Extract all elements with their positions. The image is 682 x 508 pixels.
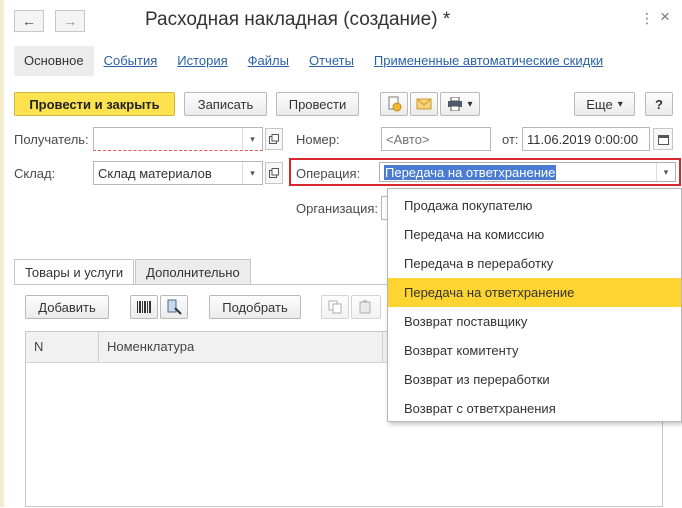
more-button[interactable]: Еще ▾ [574, 92, 635, 116]
tab-additional[interactable]: Дополнительно [135, 259, 251, 285]
column-header-nomenclature[interactable]: Номенклатура [99, 332, 194, 362]
tab-files[interactable]: Файлы [238, 46, 299, 76]
operation-option[interactable]: Возврат с ответхранения [388, 394, 681, 423]
email-button[interactable] [410, 92, 438, 116]
tab-goods-services[interactable]: Товары и услуги [14, 259, 135, 285]
calendar-icon [657, 134, 669, 145]
number-field[interactable] [381, 127, 491, 151]
chevron-down-icon[interactable]: ▾ [242, 162, 262, 184]
barcode-button[interactable] [130, 295, 158, 319]
operation-dropdown: Продажа покупателю Передача на комиссию … [387, 188, 682, 422]
copy-button[interactable] [321, 295, 349, 319]
operation-option[interactable]: Возврат из переработки [388, 365, 681, 394]
add-button[interactable]: Добавить [25, 295, 109, 319]
barcode-icon [137, 301, 151, 313]
forward-button[interactable]: → [55, 10, 85, 32]
document-add-icon [388, 96, 402, 112]
number-label: Номер: [296, 132, 340, 147]
arrow-right-icon: → [63, 13, 77, 29]
column-divider [382, 332, 383, 362]
warehouse-value: Склад материалов [98, 165, 212, 181]
back-button[interactable]: ← [14, 10, 44, 32]
pick-button[interactable]: Подобрать [209, 295, 301, 319]
more-icon[interactable]: ⋮ [640, 10, 654, 27]
warehouse-field[interactable]: Склад материалов ▾ [93, 161, 263, 185]
operation-option[interactable]: Передача на комиссию [388, 220, 681, 249]
open-link-icon [269, 168, 279, 178]
envelope-icon [416, 98, 432, 110]
open-recipient-button[interactable] [265, 128, 283, 150]
tab-events[interactable]: События [94, 46, 168, 76]
operation-select[interactable]: Передача на ответхранение ▾ [379, 162, 676, 182]
calendar-button[interactable] [653, 128, 673, 150]
copy-icon [328, 300, 342, 314]
operation-option[interactable]: Возврат комитенту [388, 336, 681, 365]
column-header-n[interactable]: N [26, 332, 43, 362]
chevron-down-icon[interactable]: ▾ [656, 163, 675, 181]
section-tabs: Основное События История Файлы Отчеты Пр… [14, 46, 613, 76]
inner-tabs: Товары и услуги Дополнительно [14, 259, 252, 285]
paste-icon [359, 300, 371, 314]
left-edge [0, 0, 4, 507]
post-and-close-button[interactable]: Провести и закрыть [14, 92, 175, 116]
operation-label: Операция: [296, 166, 361, 181]
tab-reports[interactable]: Отчеты [299, 46, 364, 76]
scanner-icon [167, 299, 182, 315]
operation-option[interactable]: Передача в переработку [388, 249, 681, 278]
more-label: Еще [586, 96, 613, 112]
tab-main[interactable]: Основное [14, 46, 94, 76]
help-button[interactable]: ? [645, 92, 673, 116]
create-based-on-button[interactable] [380, 92, 408, 116]
arrow-left-icon: ← [22, 13, 36, 29]
chevron-down-icon: ▾ [467, 98, 473, 110]
warehouse-label: Склад: [14, 166, 56, 181]
operation-option[interactable]: Возврат поставщику [388, 307, 681, 336]
open-link-icon [269, 134, 279, 144]
recipient-label: Получатель: [14, 132, 89, 147]
date-field[interactable]: 11.06.2019 0:00:00 [522, 127, 650, 151]
print-button[interactable]: ▾ [440, 92, 480, 116]
post-button[interactable]: Провести [276, 92, 359, 116]
date-label: от: [502, 132, 519, 147]
tab-discounts[interactable]: Примененные автоматические скидки [364, 46, 613, 76]
recipient-field[interactable]: ▾ [93, 127, 263, 151]
paste-button[interactable] [351, 295, 381, 319]
tab-history[interactable]: История [167, 46, 237, 76]
chevron-down-icon: ▾ [617, 98, 623, 110]
operation-option[interactable]: Продажа покупателю [388, 191, 681, 220]
chevron-down-icon[interactable]: ▾ [242, 128, 262, 150]
operation-option-selected[interactable]: Передача на ответхранение [388, 278, 681, 307]
operation-value: Передача на ответхранение [384, 165, 557, 180]
save-button[interactable]: Записать [184, 92, 267, 116]
page-title: Расходная накладная (создание) * [145, 9, 451, 30]
printer-icon [448, 97, 463, 111]
scan-button[interactable] [160, 295, 188, 319]
close-icon[interactable]: × [660, 7, 670, 27]
organization-label: Организация: [296, 201, 379, 216]
open-warehouse-button[interactable] [265, 162, 283, 184]
